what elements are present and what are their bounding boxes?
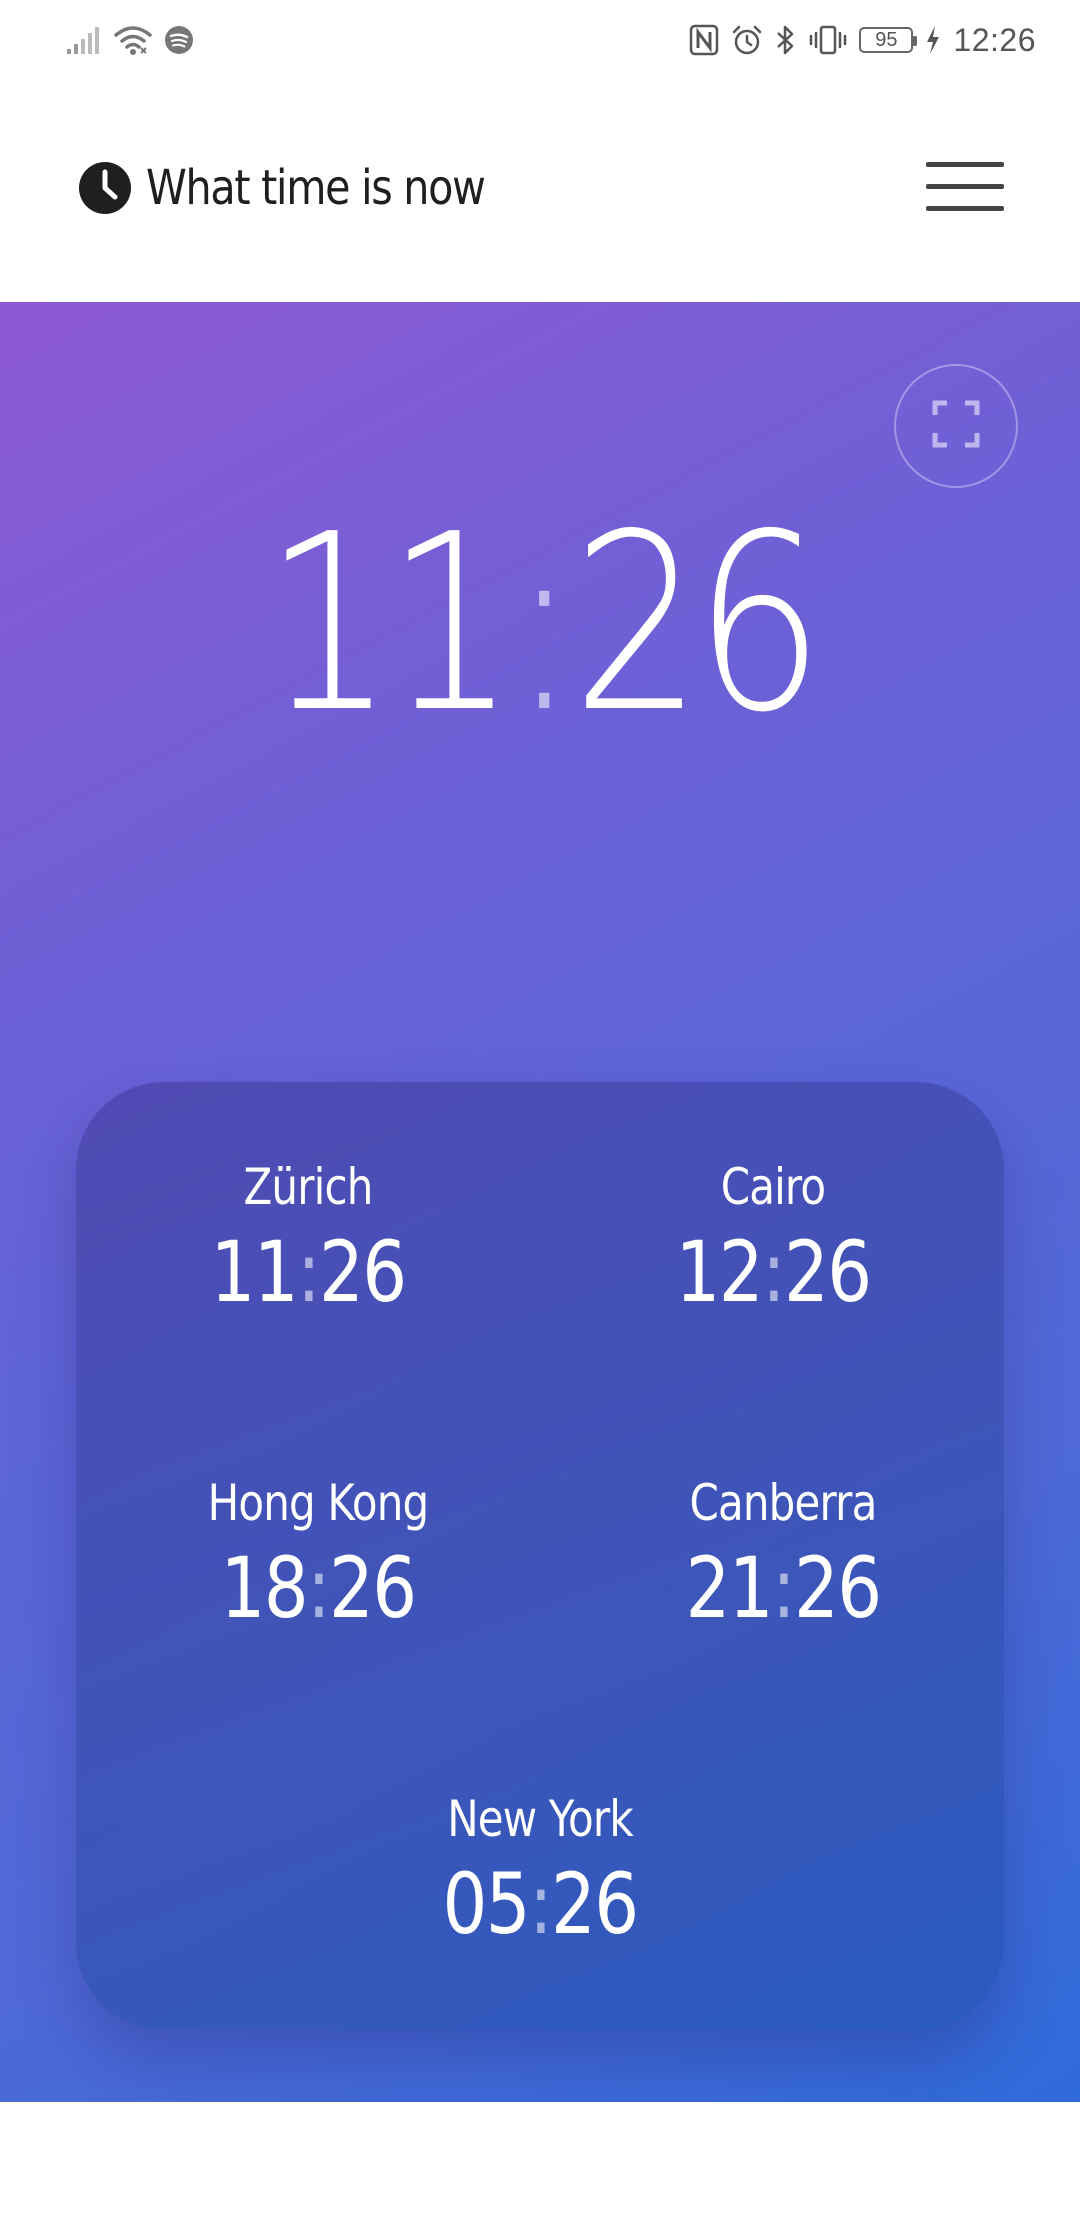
city-hours: 21 — [685, 1539, 774, 1637]
city-time: 05:26 — [372, 1862, 708, 1946]
main-clock-separator: : — [509, 482, 579, 766]
page-footer-area — [0, 2102, 1080, 2240]
app-header: What time is now — [0, 82, 1080, 302]
world-clock-item: Canberra 21:26 — [583, 1478, 983, 1630]
city-hours: 12 — [675, 1223, 764, 1321]
status-time: 12:26 — [953, 21, 1036, 58]
menu-line — [926, 162, 1004, 167]
world-clock-item: Hong Kong 18:26 — [118, 1478, 518, 1630]
battery-level: 95 — [875, 29, 898, 51]
hamburger-menu-button[interactable] — [926, 160, 1004, 214]
city-minutes: 26 — [551, 1855, 639, 1953]
city-time-separator: : — [306, 1539, 331, 1637]
status-bar: 95 12:26 — [0, 0, 1080, 82]
city-hours: 18 — [220, 1539, 309, 1637]
status-left-icons — [66, 22, 194, 58]
city-name: Hong Kong — [207, 1474, 430, 1532]
city-name: New York — [447, 1790, 633, 1848]
city-minutes: 26 — [319, 1223, 407, 1321]
city-minutes: 26 — [784, 1223, 872, 1321]
menu-line — [926, 184, 1004, 189]
status-right-icons: 95 12:26 — [689, 18, 1036, 62]
charging-icon — [925, 25, 941, 55]
world-clock-item: Cairo 12:26 — [573, 1162, 973, 1314]
main-clock-hours: 11 — [263, 482, 516, 766]
fullscreen-button[interactable] — [894, 364, 1018, 488]
menu-line — [926, 206, 1004, 211]
world-clock-card: Zürich 11:26 Cairo 12:26 Hong Kong 18:26… — [76, 1082, 1004, 2030]
city-time-separator: : — [761, 1223, 786, 1321]
main-clock: 11:26 — [86, 502, 993, 746]
city-time: 18:26 — [150, 1546, 486, 1630]
brand[interactable]: What time is now — [78, 158, 540, 218]
app-title: What time is now — [146, 160, 486, 216]
world-clock-item: Zürich 11:26 — [108, 1162, 508, 1314]
city-time-separator: : — [528, 1855, 553, 1953]
city-minutes: 26 — [329, 1539, 417, 1637]
spotify-icon — [164, 25, 194, 55]
nfc-icon — [689, 24, 719, 56]
city-time: 12:26 — [605, 1230, 941, 1314]
city-hours: 05 — [442, 1855, 531, 1953]
city-name: Zürich — [243, 1158, 373, 1216]
clock-hero: 11:26 Zürich 11:26 Cairo 12:26 Hong Kong… — [0, 302, 1080, 2102]
city-hours: 11 — [210, 1223, 299, 1321]
battery-icon: 95 — [859, 27, 918, 53]
bluetooth-icon — [775, 24, 797, 56]
main-clock-minutes: 26 — [572, 482, 824, 766]
city-minutes: 26 — [794, 1539, 882, 1637]
world-clock-item: New York 05:26 — [340, 1794, 740, 1946]
city-time-separator: : — [296, 1223, 321, 1321]
vibrate-icon — [809, 24, 847, 56]
city-name: Canberra — [689, 1474, 877, 1532]
clock-icon — [78, 161, 132, 215]
alarm-icon — [731, 24, 763, 56]
city-time-separator: : — [771, 1539, 796, 1637]
signal-icon — [66, 25, 102, 55]
wifi-icon — [114, 24, 152, 56]
fullscreen-icon — [931, 399, 981, 454]
city-time: 21:26 — [615, 1546, 951, 1630]
city-name: Cairo — [720, 1158, 826, 1216]
city-time: 11:26 — [140, 1230, 476, 1314]
